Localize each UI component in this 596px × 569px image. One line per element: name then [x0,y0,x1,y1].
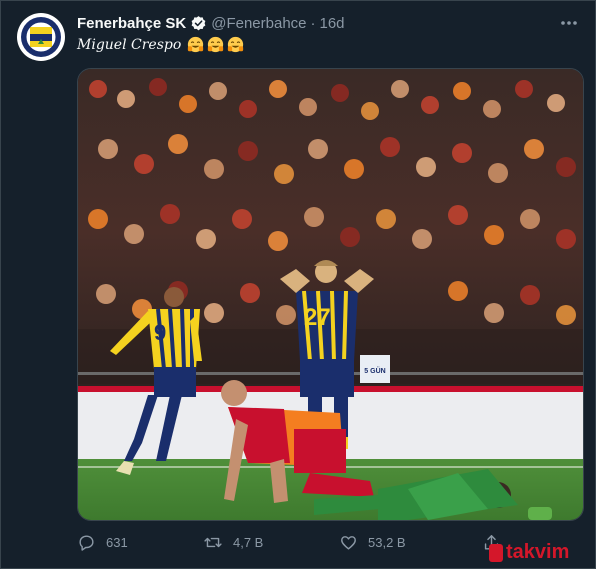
retweet-button[interactable]: 4,7 B [203,531,263,553]
reply-count: 631 [106,534,128,550]
watermark-logo-icon [489,543,503,562]
reply-icon [79,534,94,551]
stadium-banner: 5 GÜN [364,366,385,375]
like-button[interactable]: 53,2 B [339,531,406,553]
retweet-icon [204,537,222,547]
takvim-watermark: takvim [489,541,569,564]
tweet-time[interactable]: 16d [320,15,345,32]
watermark-text: takvim [506,541,570,563]
like-icon [341,535,356,550]
match-photo: 5 GÜN 9 27 [78,69,583,520]
tweet-photo[interactable]: 5 GÜN 9 27 [77,68,584,521]
face-emoji-icon [208,36,224,53]
user-handle[interactable]: @Fenerbahce [211,15,306,32]
tweet-header: Fenerbahçe SK @Fenerbahce · 16d [77,13,345,33]
emoji-group [187,36,244,53]
avatar[interactable] [17,13,65,61]
verified-badge-icon [190,15,207,32]
more-icon[interactable] [557,13,581,33]
tweet-text-content: Miguel Crespo [77,36,182,53]
like-count: 53,2 B [368,534,406,550]
retweet-count: 4,7 B [233,534,264,550]
separator-dot: · [310,14,316,32]
tweet-card[interactable]: Fenerbahçe SK @Fenerbahce · 16d Miguel C… [0,0,596,569]
reply-button[interactable]: 631 [77,531,128,553]
jersey-number-left: 9 [154,320,166,345]
tweet-text: Miguel Crespo [77,36,244,53]
jersey-number-right: 27 [304,304,331,331]
club-crest-icon [18,14,64,60]
face-emoji-icon [188,36,204,53]
face-emoji-icon [228,36,244,53]
display-name[interactable]: Fenerbahçe SK [77,15,186,32]
